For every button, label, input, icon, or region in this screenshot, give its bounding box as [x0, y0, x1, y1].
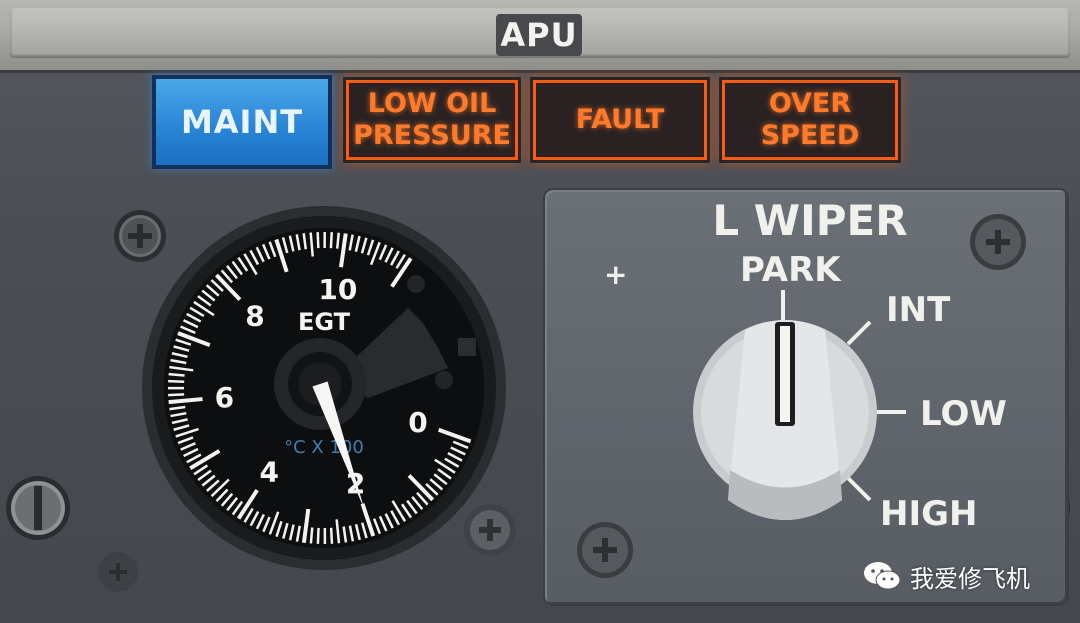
- screw-icon: [577, 522, 633, 578]
- wiper-selector-knob[interactable]: [693, 320, 877, 520]
- screw-icon: [970, 214, 1026, 270]
- watermark-text: 我爱修飞机: [910, 564, 1030, 593]
- wiper-knob-layer: [577, 214, 1026, 578]
- high-tick: [846, 476, 872, 502]
- int-tick: [846, 320, 872, 346]
- watermark: 我爱修飞机: [862, 556, 1030, 596]
- wechat-icon: [864, 562, 901, 590]
